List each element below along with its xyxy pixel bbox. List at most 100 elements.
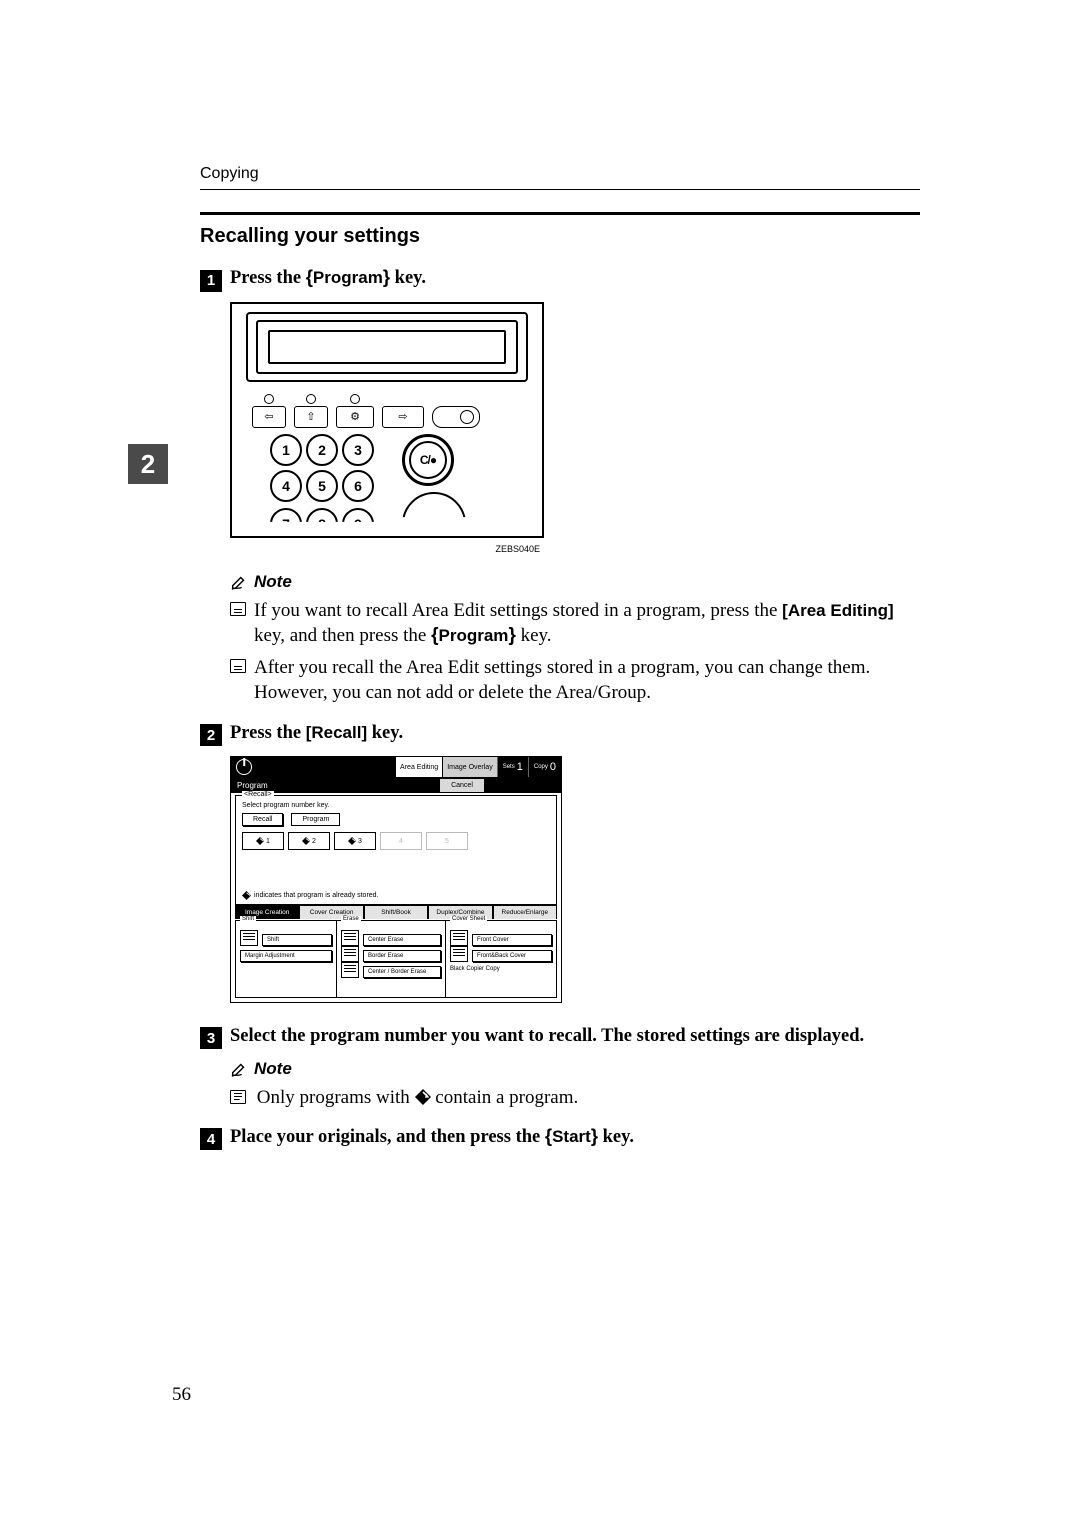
control-row: ⇦ ⇧ ⚙ ⇨ [252, 394, 480, 428]
program-key-label: Program [313, 268, 383, 287]
note-item: After you recall the Area Edit settings … [230, 655, 920, 706]
step-2-post: key. [367, 723, 403, 743]
keypad-key: 3 [342, 434, 374, 466]
group-cover-sheet: Cover Sheet Front Cover Front&Back Cover… [446, 921, 556, 997]
pencil-note-icon [230, 1060, 248, 1078]
step-4-pre: Place your originals, and then press the [230, 1127, 545, 1147]
keypad: 1 2 3 4 5 6 7 8 9 [270, 434, 374, 538]
keypad-key: 1 [270, 434, 302, 466]
left-bracket: { [431, 625, 438, 646]
keypad-key: 9 [342, 508, 374, 540]
step-number-icon: 4 [200, 1128, 222, 1150]
shift-button[interactable]: Shift [262, 934, 332, 946]
stored-diamond-icon [242, 891, 251, 900]
pencil-note-icon [230, 573, 248, 591]
note-label: Note [254, 572, 292, 592]
group-shift: Shift Shift Margin Adjustment [236, 921, 337, 997]
tab-shift-book[interactable]: Shift/Book [364, 905, 428, 919]
erase-icon [341, 962, 359, 978]
step-3: 3 Select the program number you want to … [200, 1025, 920, 1047]
right-bracket: } [591, 1125, 598, 1146]
stored-diamond-icon [302, 837, 310, 845]
center-erase-button[interactable]: Center Erase [363, 934, 441, 946]
figure-2-wrap: Area Editing Image Overlay Sets1 Copy0 P… [230, 756, 920, 1003]
group-erase: Erase Center Erase Border Erase Center /… [337, 921, 446, 997]
shift-icon [240, 930, 258, 946]
program-slot[interactable]: 4 [380, 832, 422, 850]
tab-reduce-enlarge[interactable]: Reduce/Enlarge [493, 905, 557, 919]
step-1-post: key. [390, 268, 426, 288]
note-text: key. [516, 625, 552, 646]
program-button[interactable]: Program [291, 813, 340, 826]
front-back-cover-button[interactable]: Front&Back Cover [472, 950, 552, 962]
note-text: key, and then press the [254, 625, 431, 646]
power-icon [236, 759, 252, 775]
figure-1-wrap: ⇦ ⇧ ⚙ ⇨ 1 2 3 4 5 6 7 8 [230, 302, 920, 707]
margin-adjustment-button[interactable]: Margin Adjustment [240, 950, 332, 962]
group-label: Erase [341, 916, 361, 922]
section-title: Recalling your settings [200, 225, 920, 248]
copy-count: Copy0 [528, 757, 561, 777]
program-slot[interactable]: 2 [288, 832, 330, 850]
step-1-text: Press the {Program} key. [230, 266, 426, 289]
group-label: Shift [240, 916, 256, 922]
program-slot[interactable]: 3 [334, 832, 376, 850]
step-1-pre: Press the [230, 268, 306, 288]
keypad-key: 4 [270, 470, 302, 502]
program-slot[interactable]: 5 [426, 832, 468, 850]
keypad-key: 8 [306, 508, 338, 540]
note-item: If you want to recall Area Edit settings… [230, 598, 920, 649]
panel-btn-icon: ⇨ [382, 406, 424, 428]
section-rule [200, 212, 920, 215]
panel-title: <Recall> [242, 791, 274, 798]
right-bracket: } [508, 625, 515, 646]
step-2: 2 Press the [Recall] key. [200, 722, 920, 744]
cover-icon [450, 946, 468, 962]
sets-count: Sets1 [497, 757, 528, 777]
running-head: Copying [200, 165, 920, 183]
cancel-button[interactable]: Cancel [439, 778, 485, 793]
page-number: 56 [172, 1384, 191, 1406]
divider [200, 189, 920, 190]
area-editing-key-label: [Area Editing] [782, 601, 893, 620]
erase-icon [341, 930, 359, 946]
panel-subtitle: Select program number key. [236, 796, 556, 813]
keypad-key: 5 [306, 470, 338, 502]
step-2-pre: Press the [230, 723, 306, 743]
note-bullet-icon [230, 602, 246, 616]
keypad-key: 6 [342, 470, 374, 502]
recall-button[interactable]: Recall [242, 813, 283, 826]
note-text: If you want to recall Area Edit settings… [254, 600, 782, 621]
front-cover-button[interactable]: Front Cover [472, 934, 552, 946]
ui-topbar: Area Editing Image Overlay Sets1 Copy0 [231, 757, 561, 777]
step-number-icon: 3 [200, 1027, 222, 1049]
note-heading: Note [230, 572, 920, 592]
clear-stop-button-icon: C/● [402, 434, 454, 486]
note-text: contain a program. [435, 1087, 578, 1108]
program-slot[interactable]: 1 [242, 832, 284, 850]
right-bracket: } [383, 266, 390, 287]
step-2-text: Press the [Recall] key. [230, 723, 403, 744]
chapter-tab: 2 [128, 444, 168, 484]
step-3-text: Select the program number you want to re… [230, 1026, 864, 1047]
figure-code: ZEBS040E [230, 544, 544, 554]
panel-btn-icon: ⚙ [336, 406, 374, 428]
stored-diamond-icon [348, 837, 356, 845]
center-border-erase-button[interactable]: Center / Border Erase [363, 966, 441, 978]
border-erase-button[interactable]: Border Erase [363, 950, 441, 962]
program-key-label: Program [439, 626, 509, 645]
note-bullet-icon [230, 659, 246, 673]
copier-panel-figure: ⇦ ⇧ ⚙ ⇨ 1 2 3 4 5 6 7 8 [230, 302, 544, 538]
step-1: 1 Press the {Program} key. [200, 266, 920, 290]
left-bracket: { [545, 1125, 552, 1146]
recall-panel: <Recall> Select program number key. Reca… [235, 795, 557, 905]
ui-lower-panel: Shift Shift Margin Adjustment Erase Cent… [235, 920, 557, 998]
recall-key-label: Recall [311, 723, 361, 742]
panel-btn-icon: ⇧ [294, 406, 328, 428]
touch-panel-figure: Area Editing Image Overlay Sets1 Copy0 P… [230, 756, 562, 1003]
step-4-text: Place your originals, and then press the… [230, 1125, 634, 1148]
note-line: Only programs with contain a program. [230, 1085, 920, 1111]
step-number-icon: 1 [200, 270, 222, 292]
note-list: If you want to recall Area Edit settings… [230, 598, 920, 707]
panel-btn-icon: ⇦ [252, 406, 286, 428]
